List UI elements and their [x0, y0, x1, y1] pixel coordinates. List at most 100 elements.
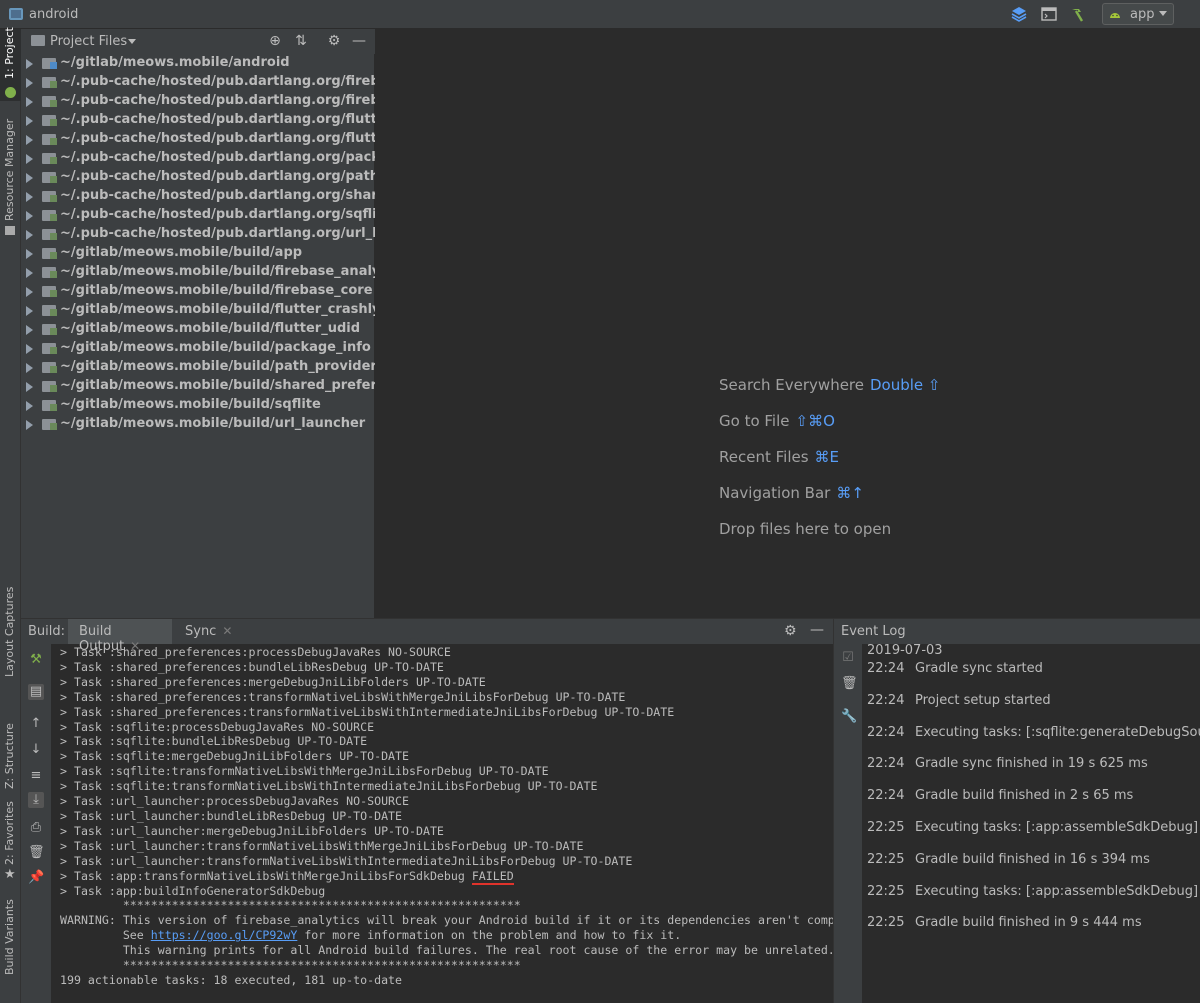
- tree-item[interactable]: ~/gitlab/meows.mobile/build/app: [21, 244, 375, 263]
- up-arrow-icon[interactable]: ↑: [28, 716, 44, 732]
- tool-tab-layout-captures[interactable]: Layout Captures: [0, 579, 21, 679]
- hint-navigation-bar[interactable]: Navigation Bar ⌘↑: [719, 484, 864, 502]
- tree-item[interactable]: ~/gitlab/meows.mobile/build/firebase_cor…: [21, 282, 375, 301]
- gear-icon[interactable]: ⚙: [784, 623, 797, 639]
- expand-arrow-icon[interactable]: [26, 325, 33, 335]
- minimize-icon[interactable]: —: [810, 622, 824, 638]
- tree-item[interactable]: ~/.pub-cache/hosted/pub.dartlang.org/sqf…: [21, 206, 375, 225]
- terminal-icon[interactable]: [1040, 5, 1058, 24]
- gear-icon[interactable]: ⚙: [326, 33, 342, 49]
- tree-item[interactable]: ~/gitlab/meows.mobile/build/path_provide…: [21, 358, 375, 377]
- help-link[interactable]: https://goo.gl/CP92wY: [151, 928, 298, 942]
- expand-arrow-icon[interactable]: [26, 230, 33, 240]
- tree-item[interactable]: ~/.pub-cache/hosted/pub.dartlang.org/flu…: [21, 111, 375, 130]
- tree-item-label: ~/.pub-cache/hosted/pub.dartlang.org/fir…: [60, 93, 375, 108]
- expand-arrow-icon[interactable]: [26, 363, 33, 373]
- tree-item[interactable]: ~/gitlab/meows.mobile/build/sqflite: [21, 396, 375, 415]
- expand-arrow-icon[interactable]: [26, 135, 33, 145]
- expand-arrow-icon[interactable]: [26, 382, 33, 392]
- run-config-dropdown[interactable]: app: [1102, 3, 1174, 25]
- trash-icon[interactable]: 🗑: [28, 845, 45, 861]
- tab-build-output[interactable]: Build Output ✕: [68, 619, 172, 654]
- event-log-entry[interactable]: 22:24 Project setup started: [867, 693, 1051, 708]
- expand-arrow-icon[interactable]: [26, 78, 33, 88]
- module-folder-icon: [42, 362, 57, 373]
- locate-target-icon[interactable]: ⊕: [267, 33, 283, 49]
- event-log-entry[interactable]: 22:24 Executing tasks: [:sqflite:generate…: [867, 725, 1200, 740]
- event-log-entry[interactable]: 22:25 Executing tasks: [:app:assembleSdkD…: [867, 884, 1198, 899]
- expand-arrow-icon[interactable]: [26, 268, 33, 278]
- hammer-icon[interactable]: [1068, 5, 1086, 24]
- tool-tab-structure[interactable]: Z: Structure: [0, 705, 21, 805]
- expand-arrow-icon[interactable]: [26, 287, 33, 297]
- trash-icon[interactable]: 🗑: [841, 677, 858, 691]
- print-icon[interactable]: ⎙: [28, 820, 44, 836]
- expand-arrow-icon[interactable]: [26, 344, 33, 354]
- expand-arrow-icon[interactable]: [26, 97, 33, 107]
- expand-arrow-icon[interactable]: [26, 59, 33, 69]
- tab-sync[interactable]: Sync ✕: [176, 619, 232, 644]
- chevron-down-icon[interactable]: [128, 39, 136, 44]
- tree-item[interactable]: ~/.pub-cache/hosted/pub.dartlang.org/pat…: [21, 168, 375, 187]
- hint-search-everywhere[interactable]: Search Everywhere Double ⇧: [719, 376, 941, 394]
- pin-icon[interactable]: 📌: [28, 870, 44, 886]
- tool-tab-project[interactable]: 1: Project: [0, 27, 21, 101]
- tree-item[interactable]: ~/.pub-cache/hosted/pub.dartlang.org/url…: [21, 225, 375, 244]
- minimize-icon[interactable]: —: [351, 33, 367, 49]
- expand-arrow-icon[interactable]: [26, 173, 33, 183]
- event-time: 22:24: [867, 724, 905, 740]
- event-log-entry[interactable]: 22:24 Gradle build finished in 2 s 65 ms: [867, 788, 1133, 803]
- console-line: > Task :shared_preferences:mergeDebugJni…: [60, 675, 833, 690]
- event-log-entry[interactable]: 22:25 Executing tasks: [:app:assembleSdkD…: [867, 820, 1198, 835]
- tree-item[interactable]: ~/gitlab/meows.mobile/build/flutter_udid: [21, 320, 375, 339]
- hint-recent-files[interactable]: Recent Files ⌘E: [719, 448, 839, 466]
- tree-item-label: ~/gitlab/meows.mobile/build/app: [60, 245, 303, 260]
- event-log-entry[interactable]: 22:25 Gradle build finished in 9 s 444 ms: [867, 915, 1142, 930]
- project-view-selector[interactable]: Project Files: [50, 34, 127, 49]
- expand-arrow-icon[interactable]: [26, 420, 33, 430]
- event-log-entry[interactable]: 22:25 Gradle build finished in 16 s 394 m…: [867, 852, 1150, 867]
- tree-item[interactable]: ~/.pub-cache/hosted/pub.dartlang.org/sha…: [21, 187, 375, 206]
- hint-go-to-file[interactable]: Go to File ⇧⌘O: [719, 412, 835, 430]
- tree-item[interactable]: ~/.pub-cache/hosted/pub.dartlang.org/fir…: [21, 92, 375, 111]
- tool-tab-resource-manager[interactable]: Resource Manager: [0, 119, 21, 239]
- module-folder-icon: [42, 400, 57, 411]
- console-text: > Task :shared_preferences:bundleLibResD…: [60, 659, 444, 674]
- module-folder-icon: [42, 77, 57, 88]
- tree-item[interactable]: ~/gitlab/meows.mobile/android: [21, 54, 375, 73]
- tree-item[interactable]: ~/gitlab/meows.mobile/build/package_info: [21, 339, 375, 358]
- expand-arrow-icon[interactable]: [26, 154, 33, 164]
- expand-arrow-icon[interactable]: [26, 306, 33, 316]
- wrench-icon[interactable]: 🔧: [841, 710, 857, 724]
- event-log-entry[interactable]: 22:24 Gradle sync finished in 19 s 625 ms: [867, 756, 1148, 771]
- tree-item[interactable]: ~/gitlab/meows.mobile/build/url_launcher: [21, 415, 375, 434]
- expand-arrow-icon[interactable]: [26, 211, 33, 221]
- toggle-view-icon[interactable]: ▤: [28, 684, 44, 700]
- close-icon[interactable]: ✕: [222, 624, 232, 638]
- event-log-entry[interactable]: 22:24 Gradle sync started: [867, 661, 1043, 676]
- expand-arrow-icon[interactable]: [26, 401, 33, 411]
- console-text: > Task :url_launcher:transformNativeLibs…: [60, 838, 584, 853]
- expand-arrow-icon[interactable]: [26, 116, 33, 126]
- hammer-icon[interactable]: ⚒: [28, 652, 44, 668]
- mark-all-read-icon[interactable]: ☑: [841, 651, 855, 665]
- tool-tab-build-variants[interactable]: Build Variants: [0, 899, 21, 1001]
- tree-item[interactable]: ~/.pub-cache/hosted/pub.dartlang.org/fir…: [21, 73, 375, 92]
- expand-arrow-icon[interactable]: [26, 249, 33, 259]
- console-text: > Task :url_launcher:processDebugJavaRes…: [60, 794, 410, 809]
- build-output-console[interactable]: > Task :shared_preferences:processDebugJ…: [60, 645, 833, 1000]
- expand-arrow-icon[interactable]: [26, 192, 33, 202]
- tree-item[interactable]: ~/gitlab/meows.mobile/build/shared_prefe…: [21, 377, 375, 396]
- down-arrow-icon[interactable]: ↓: [28, 742, 44, 758]
- console-text: ****************************************…: [60, 898, 521, 913]
- soft-wrap-icon[interactable]: ≡: [28, 768, 44, 784]
- tree-item[interactable]: ~/gitlab/meows.mobile/build/flutter_cras…: [21, 301, 375, 320]
- tool-tab-favorites[interactable]: 2: Favorites ★: [0, 797, 21, 887]
- tree-item[interactable]: ~/.pub-cache/hosted/pub.dartlang.org/flu…: [21, 130, 375, 149]
- tree-item[interactable]: ~/gitlab/meows.mobile/build/firebase_ana…: [21, 263, 375, 282]
- hint-shortcut: ⇧⌘O: [795, 412, 835, 430]
- collapse-all-icon[interactable]: ⇅: [293, 33, 309, 49]
- layers-icon[interactable]: [1010, 5, 1028, 24]
- scroll-to-end-icon[interactable]: ⤓: [28, 792, 44, 808]
- tree-item[interactable]: ~/.pub-cache/hosted/pub.dartlang.org/pac…: [21, 149, 375, 168]
